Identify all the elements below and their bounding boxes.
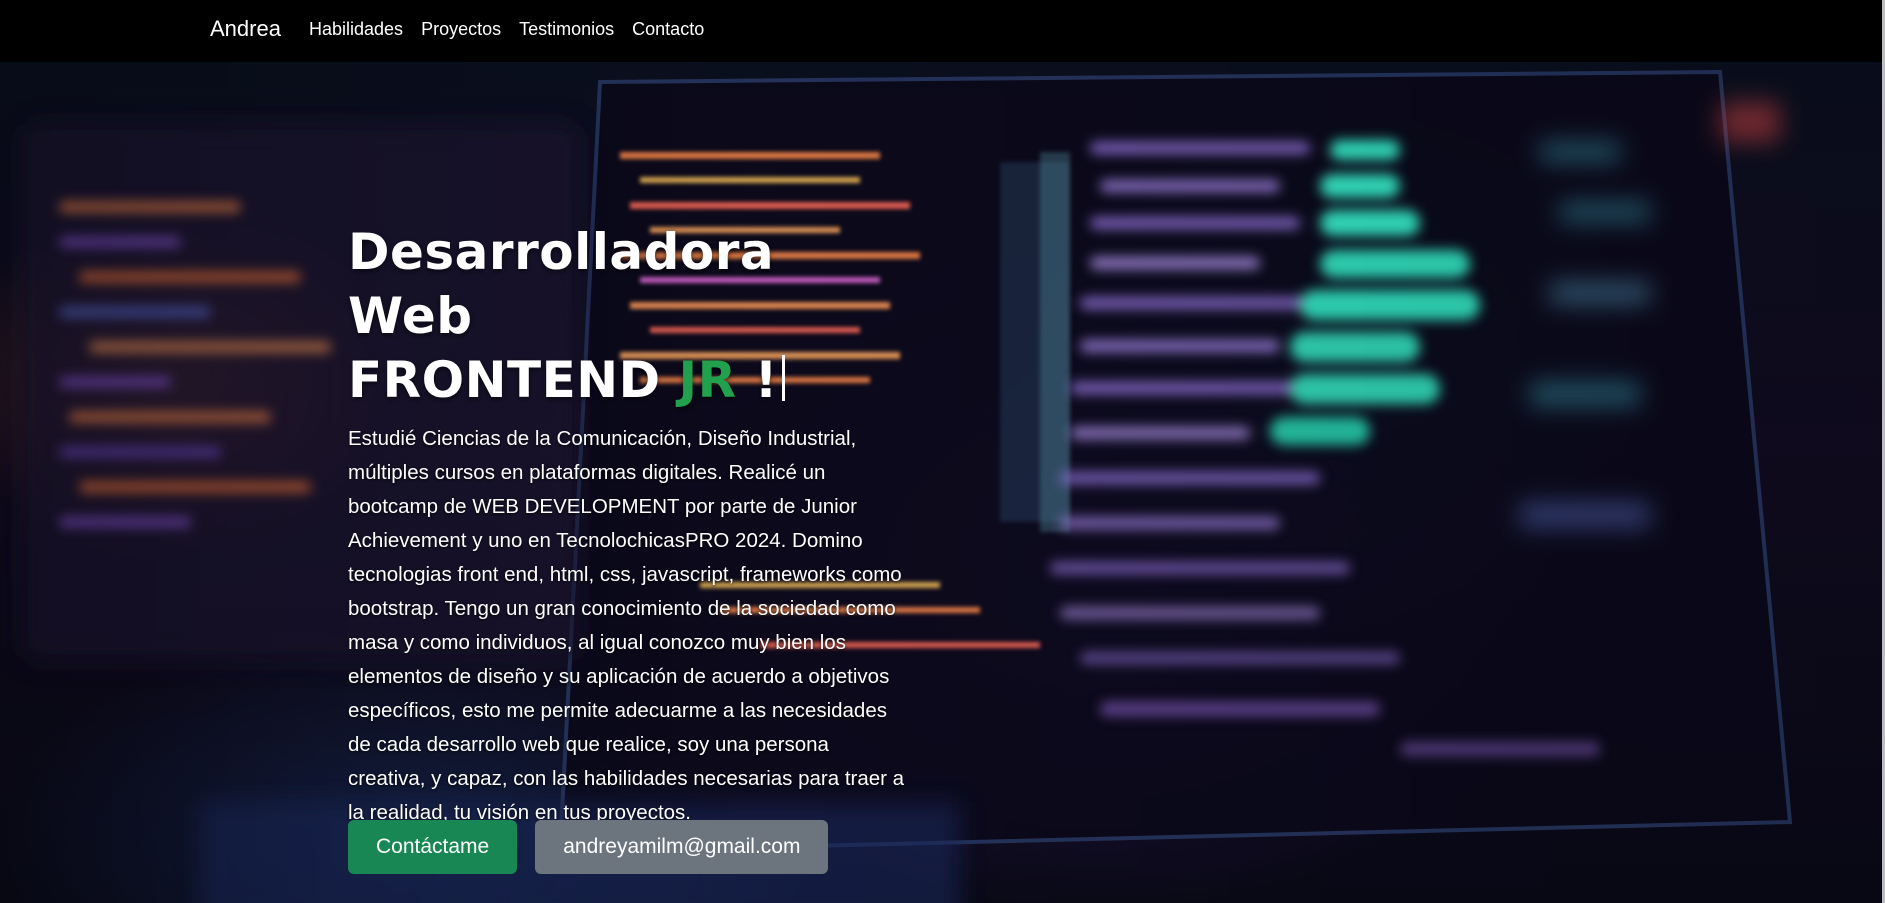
contact-button[interactable]: Contáctame bbox=[348, 820, 518, 874]
nav-link-proyectos[interactable]: Proyectos bbox=[421, 19, 501, 40]
typing-cursor bbox=[781, 355, 785, 401]
hero-title-end: ! bbox=[754, 351, 778, 409]
nav-link-contacto[interactable]: Contacto bbox=[632, 19, 704, 40]
hero-overlay bbox=[0, 62, 1885, 903]
nav-link-testimonios[interactable]: Testimonios bbox=[519, 19, 614, 40]
hero-title: Desarrolladora Web FRONTEND JR ! bbox=[348, 220, 908, 412]
hero-title-accent: JR bbox=[678, 351, 737, 409]
navbar: Andrea Habilidades Proyectos Testimonios… bbox=[0, 0, 1885, 62]
nav-links: Habilidades Proyectos Testimonios Contac… bbox=[309, 19, 704, 40]
hero-description: Estudié Ciencias de la Comunicación, Dis… bbox=[348, 427, 905, 824]
nav-link-habilidades[interactable]: Habilidades bbox=[309, 19, 403, 40]
brand-link[interactable]: Andrea bbox=[210, 16, 281, 42]
email-button[interactable]: andreyamilm@gmail.com bbox=[535, 820, 829, 874]
hero-title-line1: Desarrolladora Web bbox=[348, 223, 775, 345]
hero-background-image bbox=[0, 62, 1885, 903]
page: Andrea Habilidades Proyectos Testimonios… bbox=[0, 0, 1885, 903]
hero-title-main: FRONTEND bbox=[348, 351, 661, 409]
hero-content: Desarrolladora Web FRONTEND JR ! Estudié… bbox=[348, 220, 908, 830]
hero-buttons: Contáctame andreyamilm@gmail.com bbox=[348, 820, 829, 874]
